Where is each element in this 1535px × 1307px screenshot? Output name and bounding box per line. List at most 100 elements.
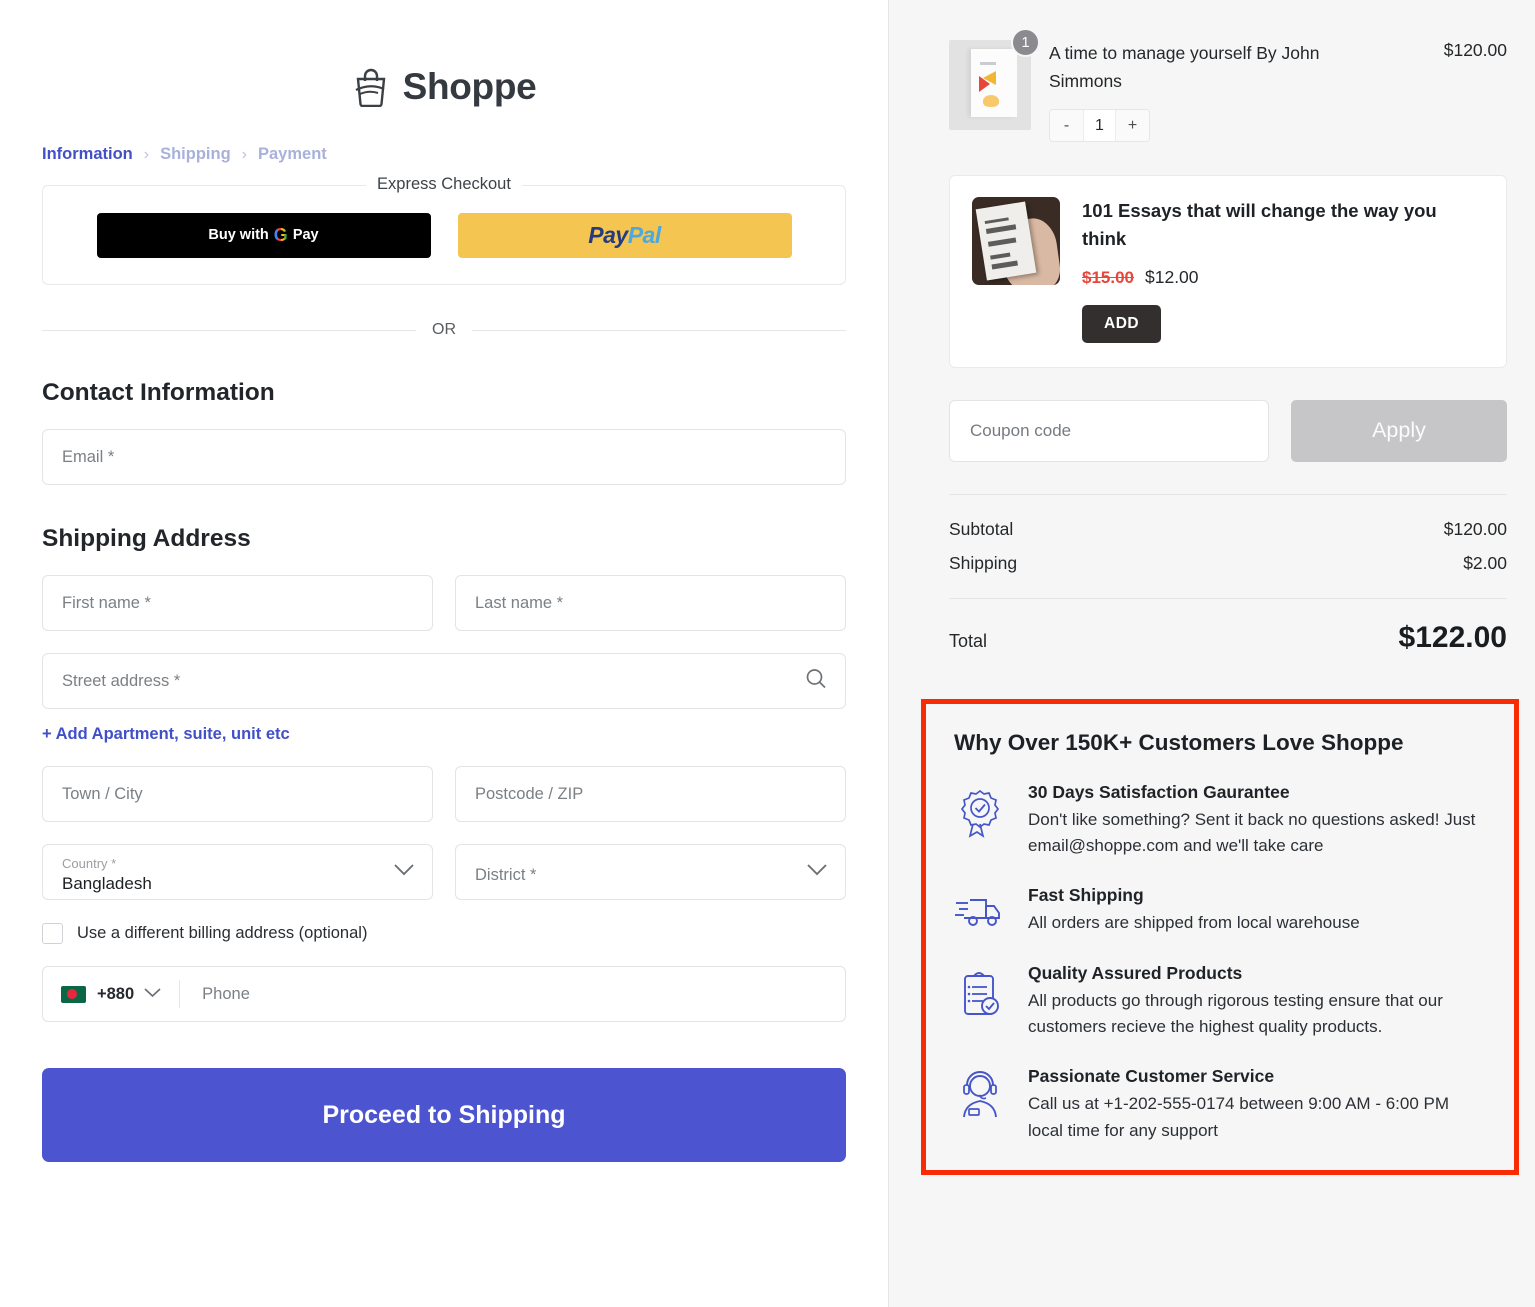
postcode-field[interactable]: Postcode / ZIP (455, 766, 846, 822)
paypal-button[interactable]: PayPal (458, 213, 792, 258)
email-placeholder: Email * (62, 448, 114, 467)
upsell-body: 101 Essays that will change the way you … (1082, 197, 1484, 342)
total-value: $122.00 (1399, 621, 1507, 655)
contact-information-heading: Contact Information (42, 379, 846, 407)
breadcrumb-item-shipping[interactable]: Shipping (160, 145, 231, 164)
quantity-increment-button[interactable]: + (1116, 110, 1149, 141)
upsell-title: 101 Essays that will change the way you … (1082, 197, 1484, 253)
quantity-value[interactable]: 1 (1083, 110, 1116, 141)
trust-item-body: Don't like something? Sent it back no qu… (1028, 807, 1486, 860)
trust-item: Quality Assured Products All products go… (954, 963, 1486, 1041)
name-row: First name * Last name * (42, 575, 846, 631)
proceed-to-shipping-button[interactable]: Proceed to Shipping (42, 1068, 846, 1162)
shopping-bag-icon (352, 67, 390, 107)
trust-item: Fast Shipping All orders are shipped fro… (954, 885, 1486, 936)
coupon-placeholder: Coupon code (970, 421, 1071, 441)
trust-item: 30 Days Satisfaction Gaurantee Don't lik… (954, 782, 1486, 860)
cart-item-header: A time to manage yourself By John Simmon… (1049, 40, 1507, 95)
shipping-value: $2.00 (1463, 553, 1507, 574)
phone-field[interactable]: +880 Phone (42, 966, 846, 1022)
order-summary-column: 1 A time to manage yourself By John Simm… (888, 0, 1535, 1307)
gpay-suffix-label: Pay (293, 227, 319, 243)
headset-agent-icon (954, 1066, 1006, 1121)
express-checkout-panel: Express Checkout Buy with G Pay PayPal (42, 185, 846, 285)
cart-item-body: A time to manage yourself By John Simmon… (1031, 40, 1507, 142)
different-billing-address-label[interactable]: Use a different billing address (optiona… (77, 924, 367, 943)
email-field[interactable]: Email * (42, 429, 846, 485)
quantity-badge: 1 (1011, 28, 1040, 57)
brand-name: Shoppe (403, 66, 537, 108)
trust-item-text: Passionate Customer Service Call us at +… (1028, 1066, 1486, 1144)
chevron-down-icon[interactable] (806, 863, 828, 881)
google-pay-button[interactable]: Buy with G Pay (97, 213, 431, 258)
express-checkout-legend: Express Checkout (366, 175, 522, 194)
add-apartment-link[interactable]: + Add Apartment, suite, unit etc (42, 725, 846, 744)
trust-badges-panel: Why Over 150K+ Customers Love Shoppe 30 … (921, 699, 1519, 1175)
street-address-placeholder: Street address * (62, 672, 180, 691)
chevron-down-icon[interactable] (143, 985, 162, 1003)
country-label: Country * (62, 856, 413, 872)
coupon-code-input[interactable]: Coupon code (949, 400, 1269, 462)
or-divider: OR (42, 321, 846, 339)
country-select[interactable]: Country * Bangladesh (42, 844, 433, 900)
apply-coupon-button[interactable]: Apply (1291, 400, 1507, 462)
trust-item-body: All orders are shipped from local wareho… (1028, 910, 1360, 936)
upsell-add-button[interactable]: ADD (1082, 305, 1161, 343)
search-icon[interactable] (805, 668, 827, 695)
chevron-right-icon: › (242, 146, 247, 164)
checkout-page: Shoppe Information › Shipping › Payment … (0, 0, 1535, 1307)
town-postcode-row: Town / City Postcode / ZIP (42, 766, 846, 822)
last-name-placeholder: Last name * (475, 594, 563, 613)
brand-logo[interactable]: Shoppe (42, 56, 846, 118)
trust-item: Passionate Customer Service Call us at +… (954, 1066, 1486, 1144)
coupon-row: Coupon code Apply (949, 400, 1507, 462)
paypal-wordmark-part2: Pal (628, 222, 661, 249)
quantity-stepper[interactable]: - 1 + (1049, 109, 1150, 142)
first-name-placeholder: First name * (62, 594, 151, 613)
town-city-placeholder: Town / City (62, 785, 143, 804)
chevron-down-icon[interactable] (393, 863, 415, 881)
phone-number-placeholder: Phone (202, 985, 250, 1004)
trust-item-heading: Passionate Customer Service (1028, 1066, 1486, 1087)
postcode-placeholder: Postcode / ZIP (475, 785, 583, 804)
breadcrumb-item-information[interactable]: Information (42, 145, 133, 164)
district-placeholder: District * (475, 866, 826, 885)
trust-item-text: 30 Days Satisfaction Gaurantee Don't lik… (1028, 782, 1486, 860)
upsell-card: 101 Essays that will change the way you … (949, 175, 1507, 367)
shipping-label: Shipping (949, 553, 1017, 574)
cover-text-line (985, 218, 1009, 225)
different-billing-address-checkbox[interactable] (42, 923, 63, 944)
upsell-new-price: $12.00 (1145, 267, 1199, 288)
district-select[interactable]: District * (455, 844, 846, 900)
trust-item-body: All products go through rigorous testing… (1028, 988, 1486, 1041)
cart-item-price: $120.00 (1444, 40, 1507, 61)
country-district-row: Country * Bangladesh District * (42, 844, 846, 900)
trust-item-heading: 30 Days Satisfaction Gaurantee (1028, 782, 1486, 803)
trust-item-text: Fast Shipping All orders are shipped fro… (1028, 885, 1360, 936)
first-name-field[interactable]: First name * (42, 575, 433, 631)
quantity-decrement-button[interactable]: - (1050, 110, 1083, 141)
breadcrumb: Information › Shipping › Payment (42, 145, 846, 164)
cover-text-line (988, 238, 1016, 247)
total-label: Total (949, 631, 987, 652)
town-city-field[interactable]: Town / City (42, 766, 433, 822)
cart-line-item: 1 A time to manage yourself By John Simm… (949, 40, 1507, 142)
gpay-prefix-label: Buy with (208, 227, 268, 243)
checkout-form-column: Shoppe Information › Shipping › Payment … (0, 0, 888, 1307)
divider-line-left (42, 330, 416, 331)
divider (179, 980, 180, 1008)
cover-text-line (990, 253, 1010, 260)
trust-item-text: Quality Assured Products All products go… (1028, 963, 1486, 1041)
street-address-field[interactable]: Street address * (42, 653, 846, 709)
paypal-wordmark-part1: Pay (588, 222, 627, 249)
google-g-icon: G (274, 226, 288, 244)
upsell-product-thumbnail (972, 197, 1060, 285)
last-name-field[interactable]: Last name * (455, 575, 846, 631)
trust-item-heading: Fast Shipping (1028, 885, 1360, 906)
trust-item-heading: Quality Assured Products (1028, 963, 1486, 984)
breadcrumb-item-payment[interactable]: Payment (258, 145, 327, 164)
cart-item-title: A time to manage yourself By John Simmon… (1049, 40, 1349, 95)
billing-address-row: Use a different billing address (optiona… (42, 923, 846, 944)
delivery-truck-icon (954, 885, 1006, 932)
summary-row-shipping: Shipping $2.00 (949, 553, 1507, 574)
